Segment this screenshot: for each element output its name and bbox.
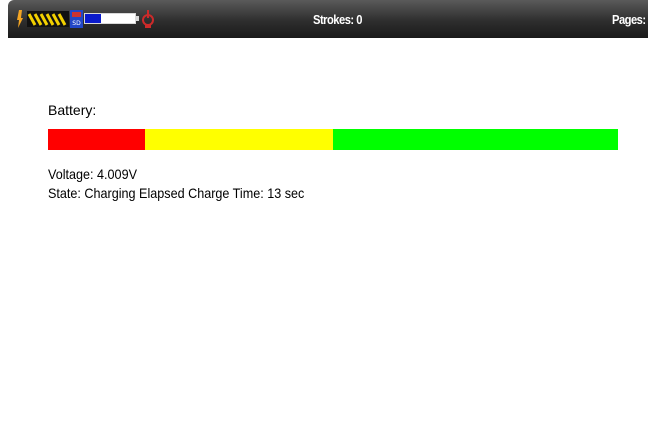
battery-empty-fill	[101, 14, 135, 23]
left-gutter	[0, 0, 8, 425]
voltage-readout: Voltage: 4.009V	[48, 166, 137, 182]
sd-card-icon: SD	[70, 10, 83, 28]
power-icon	[142, 10, 154, 28]
charge-segment-high	[332, 129, 618, 150]
strokes-counter: Strokes: 0	[313, 12, 362, 27]
pages-counter: Pages: 0	[612, 12, 648, 27]
status-bar: SD Strokes: 0 Pages: 0	[8, 0, 648, 38]
svg-text:SD: SD	[72, 20, 81, 27]
status-icons: SD	[16, 9, 156, 29]
signal-strength-icon	[27, 11, 69, 27]
battery-icon	[84, 13, 136, 24]
battery-charge-bar	[48, 129, 618, 150]
charge-segment-medium	[144, 129, 333, 150]
battery-tip	[136, 16, 139, 21]
charge-state-readout: State: Charging Elapsed Charge Time: 13 …	[48, 185, 305, 201]
charge-segment-low	[48, 129, 145, 150]
battery-heading: Battery:	[48, 102, 97, 118]
pen-icon	[17, 10, 23, 28]
